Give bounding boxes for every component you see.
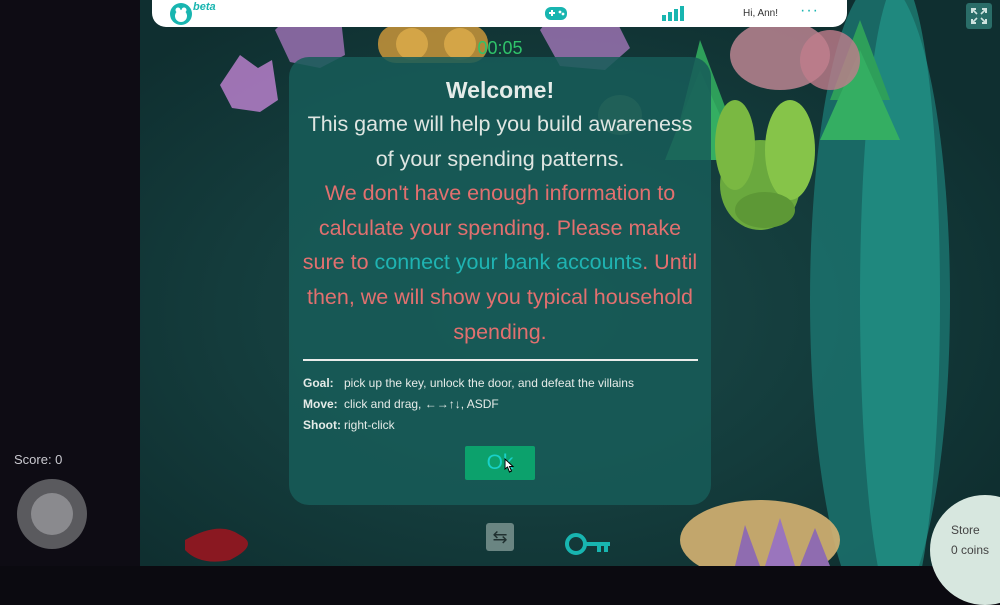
app-logo-icon[interactable]	[170, 3, 192, 25]
connect-bank-accounts-link[interactable]: connect your bank accounts	[375, 250, 643, 274]
goal-key: Goal:	[303, 376, 334, 390]
key-icon	[564, 531, 612, 562]
bar-chart-icon[interactable]	[662, 5, 684, 26]
store-label[interactable]: Store	[951, 523, 980, 537]
goal-value: pick up the key, unlock the door, and de…	[344, 376, 634, 390]
dialog-divider	[303, 359, 698, 361]
shoot-key: Shoot:	[303, 418, 341, 432]
game-timer: 00:05	[477, 38, 523, 58]
move-value: click and drag, ←→↑↓, ASDF	[344, 397, 499, 411]
score-label: Score: 0	[14, 452, 63, 467]
dialog-message: This game will help you build awareness …	[299, 107, 701, 349]
swap-weapon-icon[interactable]: ⇆	[486, 523, 514, 551]
dialog-title: Welcome!	[445, 77, 555, 103]
joystick-knob[interactable]	[31, 493, 73, 535]
ok-button[interactable]: Ok	[465, 446, 535, 480]
more-icon[interactable]: ···	[800, 2, 819, 20]
beta-badge: beta	[193, 1, 216, 13]
virtual-joystick[interactable]	[17, 479, 87, 549]
left-panel: Score: 0	[0, 0, 140, 566]
move-key: Move:	[303, 397, 338, 411]
user-greeting[interactable]: Hi, Ann!	[743, 8, 778, 19]
coins-count: 0 coins	[951, 543, 990, 557]
fullscreen-icon[interactable]	[966, 3, 992, 29]
gamepad-icon[interactable]	[544, 4, 568, 27]
shoot-value: right-click	[344, 418, 395, 432]
welcome-dialog: Welcome! This game will help you build a…	[289, 57, 711, 505]
mouse-pointer-icon	[503, 457, 515, 479]
intro-text: This game will help you build awareness …	[307, 112, 693, 171]
top-navigation-bar: beta Hi, Ann! ···	[152, 0, 847, 27]
